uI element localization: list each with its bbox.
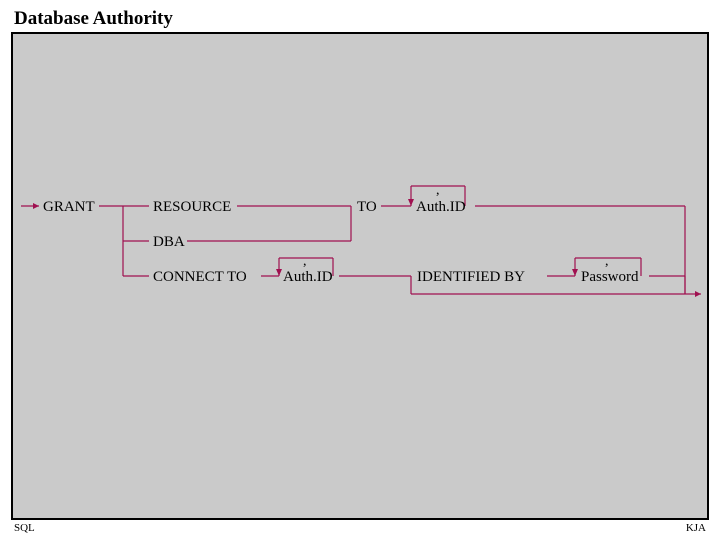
comma-mid: , <box>303 254 307 269</box>
kw-to: TO <box>357 199 377 215</box>
kw-dba: DBA <box>153 234 185 250</box>
diagram-panel: GRANT RESOURCE TO , Auth.ID DBA CONNECT … <box>11 32 709 520</box>
kw-resource: RESOURCE <box>153 199 231 215</box>
comma-right: , <box>605 254 609 269</box>
page-title: Database Authority <box>14 8 173 30</box>
kw-authid-mid: Auth.ID <box>283 269 333 285</box>
kw-authid-top: Auth.ID <box>416 199 466 215</box>
footer-left: SQL <box>14 522 35 534</box>
footer-right: KJA <box>686 522 706 534</box>
kw-grant: GRANT <box>43 199 95 215</box>
kw-identified-by: IDENTIFIED BY <box>417 269 525 285</box>
kw-password: Password <box>581 269 639 285</box>
comma-top: , <box>436 183 440 198</box>
kw-connect-to: CONNECT TO <box>153 269 247 285</box>
